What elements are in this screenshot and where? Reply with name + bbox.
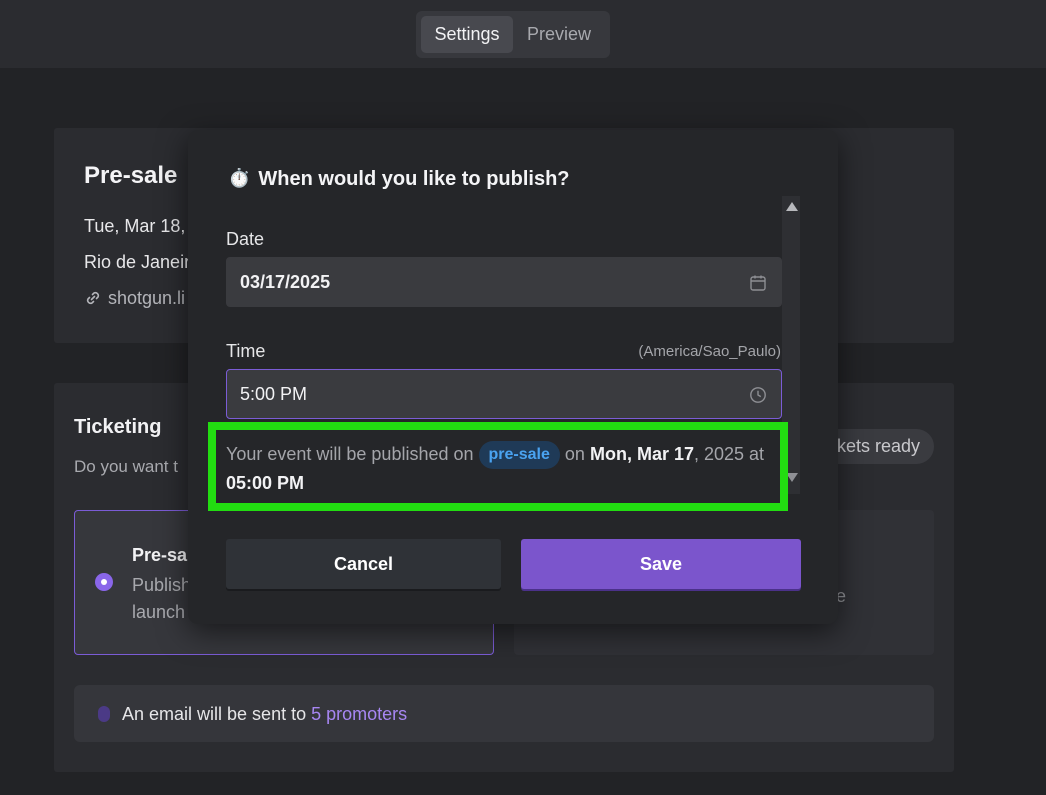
save-button[interactable]: Save — [521, 539, 801, 589]
scroll-up-arrow[interactable] — [786, 202, 798, 211]
event-link-text: shotgun.li — [108, 288, 186, 308]
presale-option-desc: Publish launch — [132, 572, 191, 626]
time-value: 5:00 PM — [240, 384, 308, 404]
promoters-link[interactable]: 5 promoters — [311, 704, 407, 724]
clock-icon[interactable] — [749, 386, 767, 404]
highlight-box — [208, 422, 788, 511]
publish-dialog: ⏱️ When would you like to publish? Date 0… — [188, 130, 838, 624]
date-label: Date — [226, 229, 265, 249]
tab-preview[interactable]: Preview — [517, 16, 601, 53]
presale-desc-line2: launch — [132, 602, 186, 622]
email-notice-prefix: An email will be sent to — [122, 704, 307, 724]
presale-desc-line1: Publish — [132, 575, 192, 595]
timer-icon: ⏱️ — [228, 168, 251, 188]
link-icon — [86, 291, 100, 305]
view-toggle: Settings Preview — [416, 11, 610, 58]
presale-radio[interactable] — [95, 573, 113, 591]
info-icon — [98, 706, 110, 722]
cancel-button[interactable]: Cancel — [226, 539, 501, 589]
timezone-label: (America/Sao_Paulo) — [638, 343, 781, 360]
dialog-title-text: When would you like to publish? — [258, 168, 570, 190]
top-bar: Settings Preview — [0, 0, 1046, 68]
email-notice-text: An email will be sent to 5 promoters — [122, 704, 407, 725]
ticketing-question: Do you want t — [74, 457, 178, 476]
date-value: 03/17/2025 — [240, 272, 331, 292]
calendar-icon[interactable] — [749, 274, 767, 292]
event-location: Rio de Janeir — [84, 252, 191, 272]
event-title: Pre-sale — [84, 162, 178, 189]
date-field[interactable]: 03/17/2025 — [226, 257, 782, 307]
event-date: Tue, Mar 18, — [84, 216, 186, 236]
time-field[interactable]: 5:00 PM — [226, 369, 782, 419]
event-link[interactable]: shotgun.li — [84, 288, 185, 309]
time-label: Time — [226, 341, 266, 361]
presale-option-title: Pre-sa — [132, 545, 188, 565]
email-notice: An email will be sent to 5 promoters — [74, 685, 934, 742]
dialog-title: ⏱️ When would you like to publish? — [228, 168, 570, 191]
ticketing-title: Ticketing — [74, 416, 162, 438]
tab-settings[interactable]: Settings — [421, 16, 513, 53]
